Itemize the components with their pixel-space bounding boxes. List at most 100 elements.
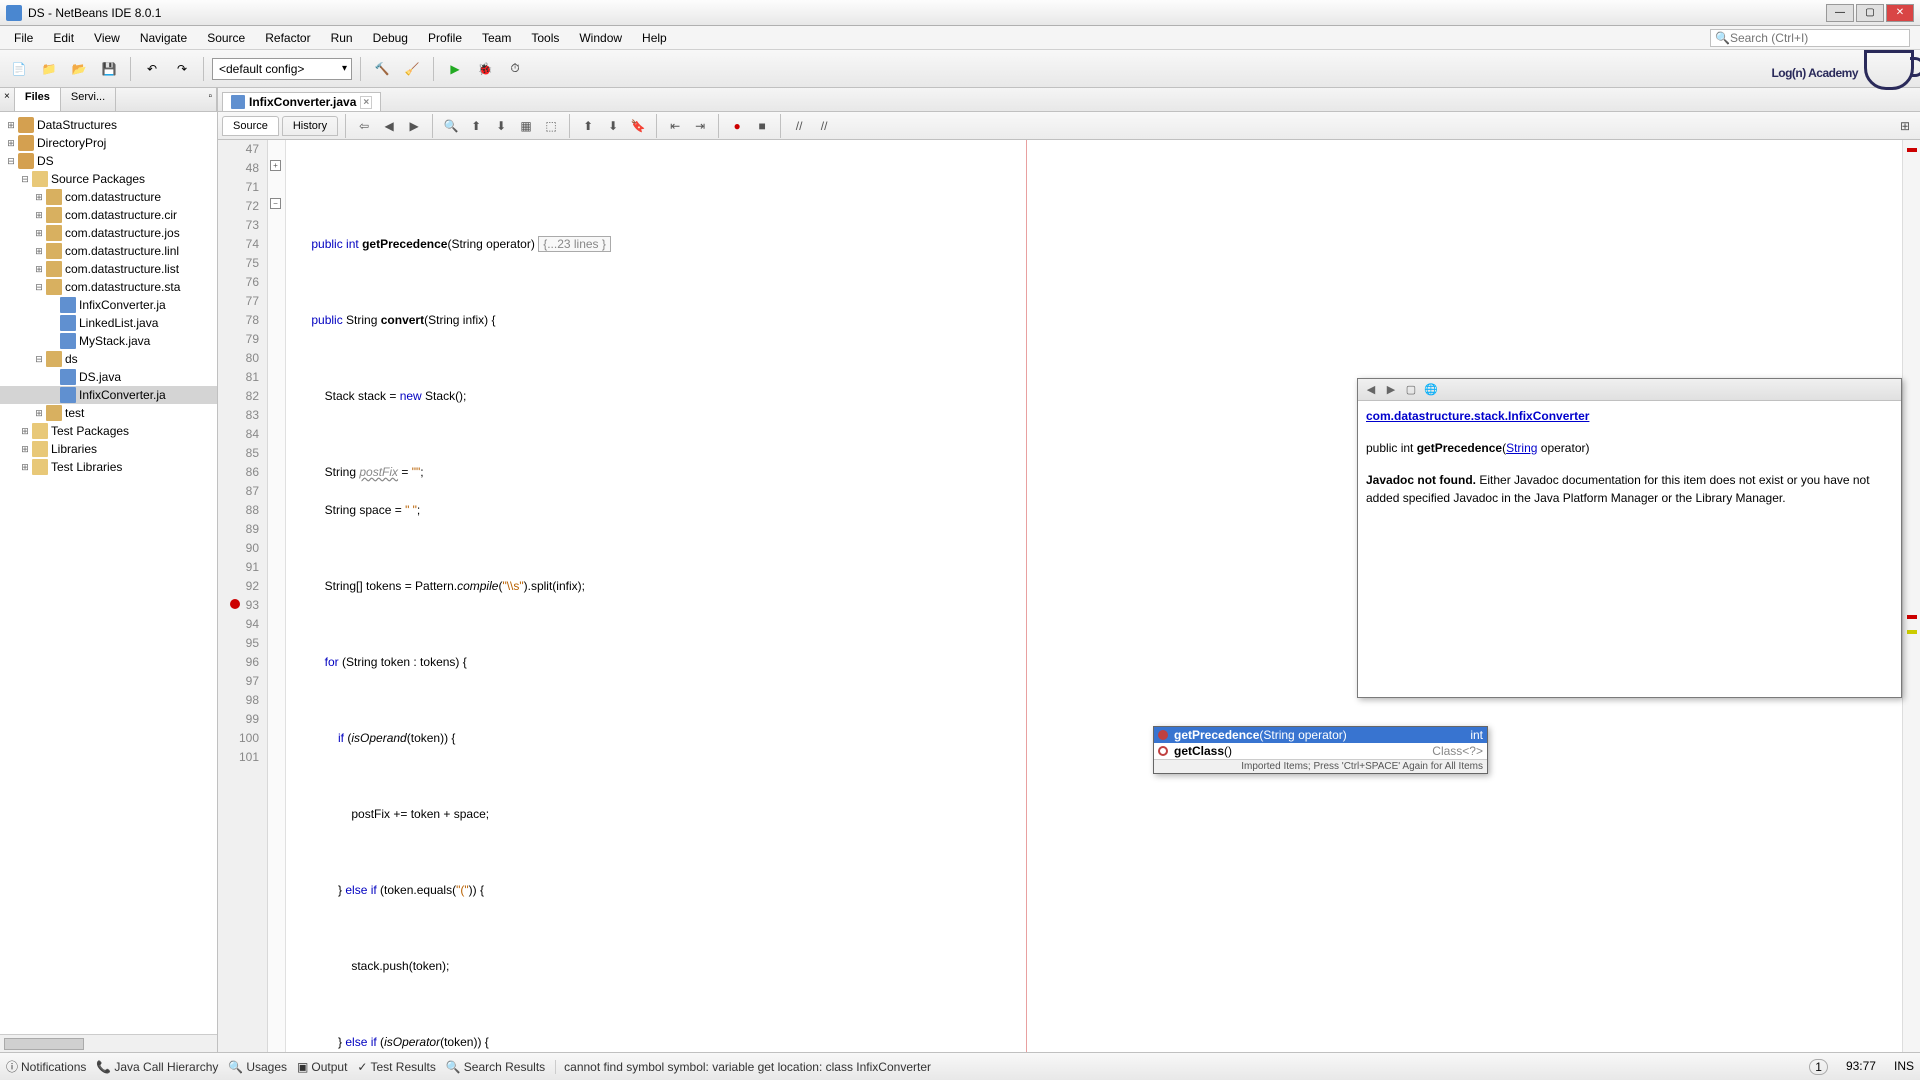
uncomment-button[interactable]: // [813,115,835,137]
status-test-results[interactable]: ✓Test Results [357,1060,435,1074]
status-search-results[interactable]: 🔍Search Results [446,1060,545,1074]
tree-item[interactable]: LinkedList.java [0,314,217,332]
maximize-button[interactable]: ▢ [1856,4,1884,22]
shift-right-button[interactable]: ⇥ [689,115,711,137]
last-edit-button[interactable]: ⇦ [353,115,375,137]
close-button[interactable]: ✕ [1886,4,1914,22]
status-usages[interactable]: 🔍Usages [228,1060,287,1074]
menu-profile[interactable]: Profile [418,28,472,48]
toggle-rect-button[interactable]: ⬚ [540,115,562,137]
menu-run[interactable]: Run [321,28,363,48]
fold-toggle[interactable]: − [270,198,281,209]
menu-edit[interactable]: Edit [43,28,84,48]
file-tab-close[interactable]: × [360,96,372,109]
menu-navigate[interactable]: Navigate [130,28,197,48]
tree-item[interactable]: ⊞DirectoryProj [0,134,217,152]
toggle-bookmark-button[interactable]: 🔖 [627,115,649,137]
menu-refactor[interactable]: Refactor [255,28,320,48]
status-call-hierarchy[interactable]: 📞Java Call Hierarchy [96,1060,218,1074]
menu-team[interactable]: Team [472,28,521,48]
find-selection-button[interactable]: 🔍 [440,115,462,137]
tree-item[interactable]: ⊞com.datastructure.cir [0,206,217,224]
tab-files[interactable]: Files [15,88,61,111]
comment-button[interactable]: // [788,115,810,137]
panel-hscroll[interactable] [0,1034,217,1052]
status-cursor-pos: 93:77 [1846,1059,1876,1075]
tree-item[interactable]: ⊞DataStructures [0,116,217,134]
save-all-button[interactable]: 💾 [96,56,122,82]
tree-item[interactable]: ⊞com.datastructure.jos [0,224,217,242]
fold-toggle[interactable]: + [270,160,281,171]
run-config-combo[interactable]: <default config> [212,58,352,80]
fold-strip[interactable]: + − [268,140,286,1052]
tree-item[interactable]: ⊞com.datastructure [0,188,217,206]
tab-infixconverter[interactable]: InfixConverter.java × [222,92,381,111]
menu-debug[interactable]: Debug [363,28,418,48]
menu-file[interactable]: File [4,28,43,48]
find-next-button[interactable]: ⬇ [490,115,512,137]
tree-item[interactable]: ⊟ds [0,350,217,368]
next-bookmark-button[interactable]: ⬇ [602,115,624,137]
tree-item[interactable]: ⊟com.datastructure.sta [0,278,217,296]
menu-view[interactable]: View [84,28,130,48]
menu-help[interactable]: Help [632,28,677,48]
profile-button[interactable]: ⏱ [502,56,528,82]
undo-button[interactable]: ↶ [139,56,165,82]
clean-build-button[interactable]: 🧹 [399,56,425,82]
tree-item[interactable]: DS.java [0,368,217,386]
search-icon: 🔍 [446,1060,461,1074]
project-tree[interactable]: ⊞DataStructures⊞DirectoryProj⊟DS⊟Source … [0,112,217,1034]
tab-services[interactable]: Servi... [61,88,116,111]
find-prev-button[interactable]: ⬆ [465,115,487,137]
menu-tools[interactable]: Tools [521,28,569,48]
debug-button[interactable]: 🐞 [472,56,498,82]
tree-item[interactable]: MyStack.java [0,332,217,350]
editor-tab-history[interactable]: History [282,116,338,136]
tree-item[interactable]: ⊞Test Packages [0,422,217,440]
error-strip[interactable] [1902,140,1920,1052]
window-titlebar: DS - NetBeans IDE 8.0.1 — ▢ ✕ [0,0,1920,26]
nav-back-button[interactable]: ◀ [378,115,400,137]
tree-item[interactable]: ⊞com.datastructure.list [0,260,217,278]
status-insert-mode[interactable]: INS [1894,1059,1914,1075]
toggle-highlight-button[interactable]: ▦ [515,115,537,137]
panel-minimize-button[interactable]: ▫ [204,88,217,111]
code-editor[interactable]: 4748717273747576777879808182838485868788… [218,140,1920,1052]
tree-item[interactable]: ⊟Source Packages [0,170,217,188]
new-project-button[interactable]: 📁 [36,56,62,82]
new-file-button[interactable]: 📄 [6,56,32,82]
error-marker[interactable] [1907,615,1917,619]
macro-stop-button[interactable]: ■ [751,115,773,137]
menu-window[interactable]: Window [569,28,632,48]
tree-item[interactable]: ⊞Test Libraries [0,458,217,476]
search-icon: 🔍 [1715,31,1730,45]
macro-record-button[interactable]: ● [726,115,748,137]
menu-source[interactable]: Source [197,28,255,48]
status-output[interactable]: ▣Output [297,1060,347,1074]
error-marker[interactable] [1907,148,1917,152]
build-button[interactable]: 🔨 [369,56,395,82]
redo-button[interactable]: ↷ [169,56,195,82]
warning-marker[interactable] [1907,630,1917,634]
tree-item[interactable]: InfixConverter.ja [0,296,217,314]
shift-left-button[interactable]: ⇤ [664,115,686,137]
tree-item[interactable]: InfixConverter.ja [0,386,217,404]
nav-fwd-button[interactable]: ▶ [403,115,425,137]
java-file-icon [231,95,245,109]
run-button[interactable]: ▶ [442,56,468,82]
search-input[interactable] [1730,31,1905,45]
panel-close-button[interactable]: × [0,88,15,111]
status-notifications[interactable]: ⓘNotifications [6,1058,86,1075]
tree-item[interactable]: ⊞com.datastructure.linl [0,242,217,260]
status-error-badge[interactable]: 1 [1809,1059,1828,1075]
tree-item[interactable]: ⊞test [0,404,217,422]
editor-split-button[interactable]: ⊞ [1894,115,1916,137]
code-content[interactable]: public int getPrecedence(String operator… [286,140,1902,1052]
editor-tab-source[interactable]: Source [222,116,279,136]
open-project-button[interactable]: 📂 [66,56,92,82]
tree-item[interactable]: ⊟DS [0,152,217,170]
global-search[interactable]: 🔍 [1710,29,1910,47]
minimize-button[interactable]: — [1826,4,1854,22]
tree-item[interactable]: ⊞Libraries [0,440,217,458]
prev-bookmark-button[interactable]: ⬆ [577,115,599,137]
